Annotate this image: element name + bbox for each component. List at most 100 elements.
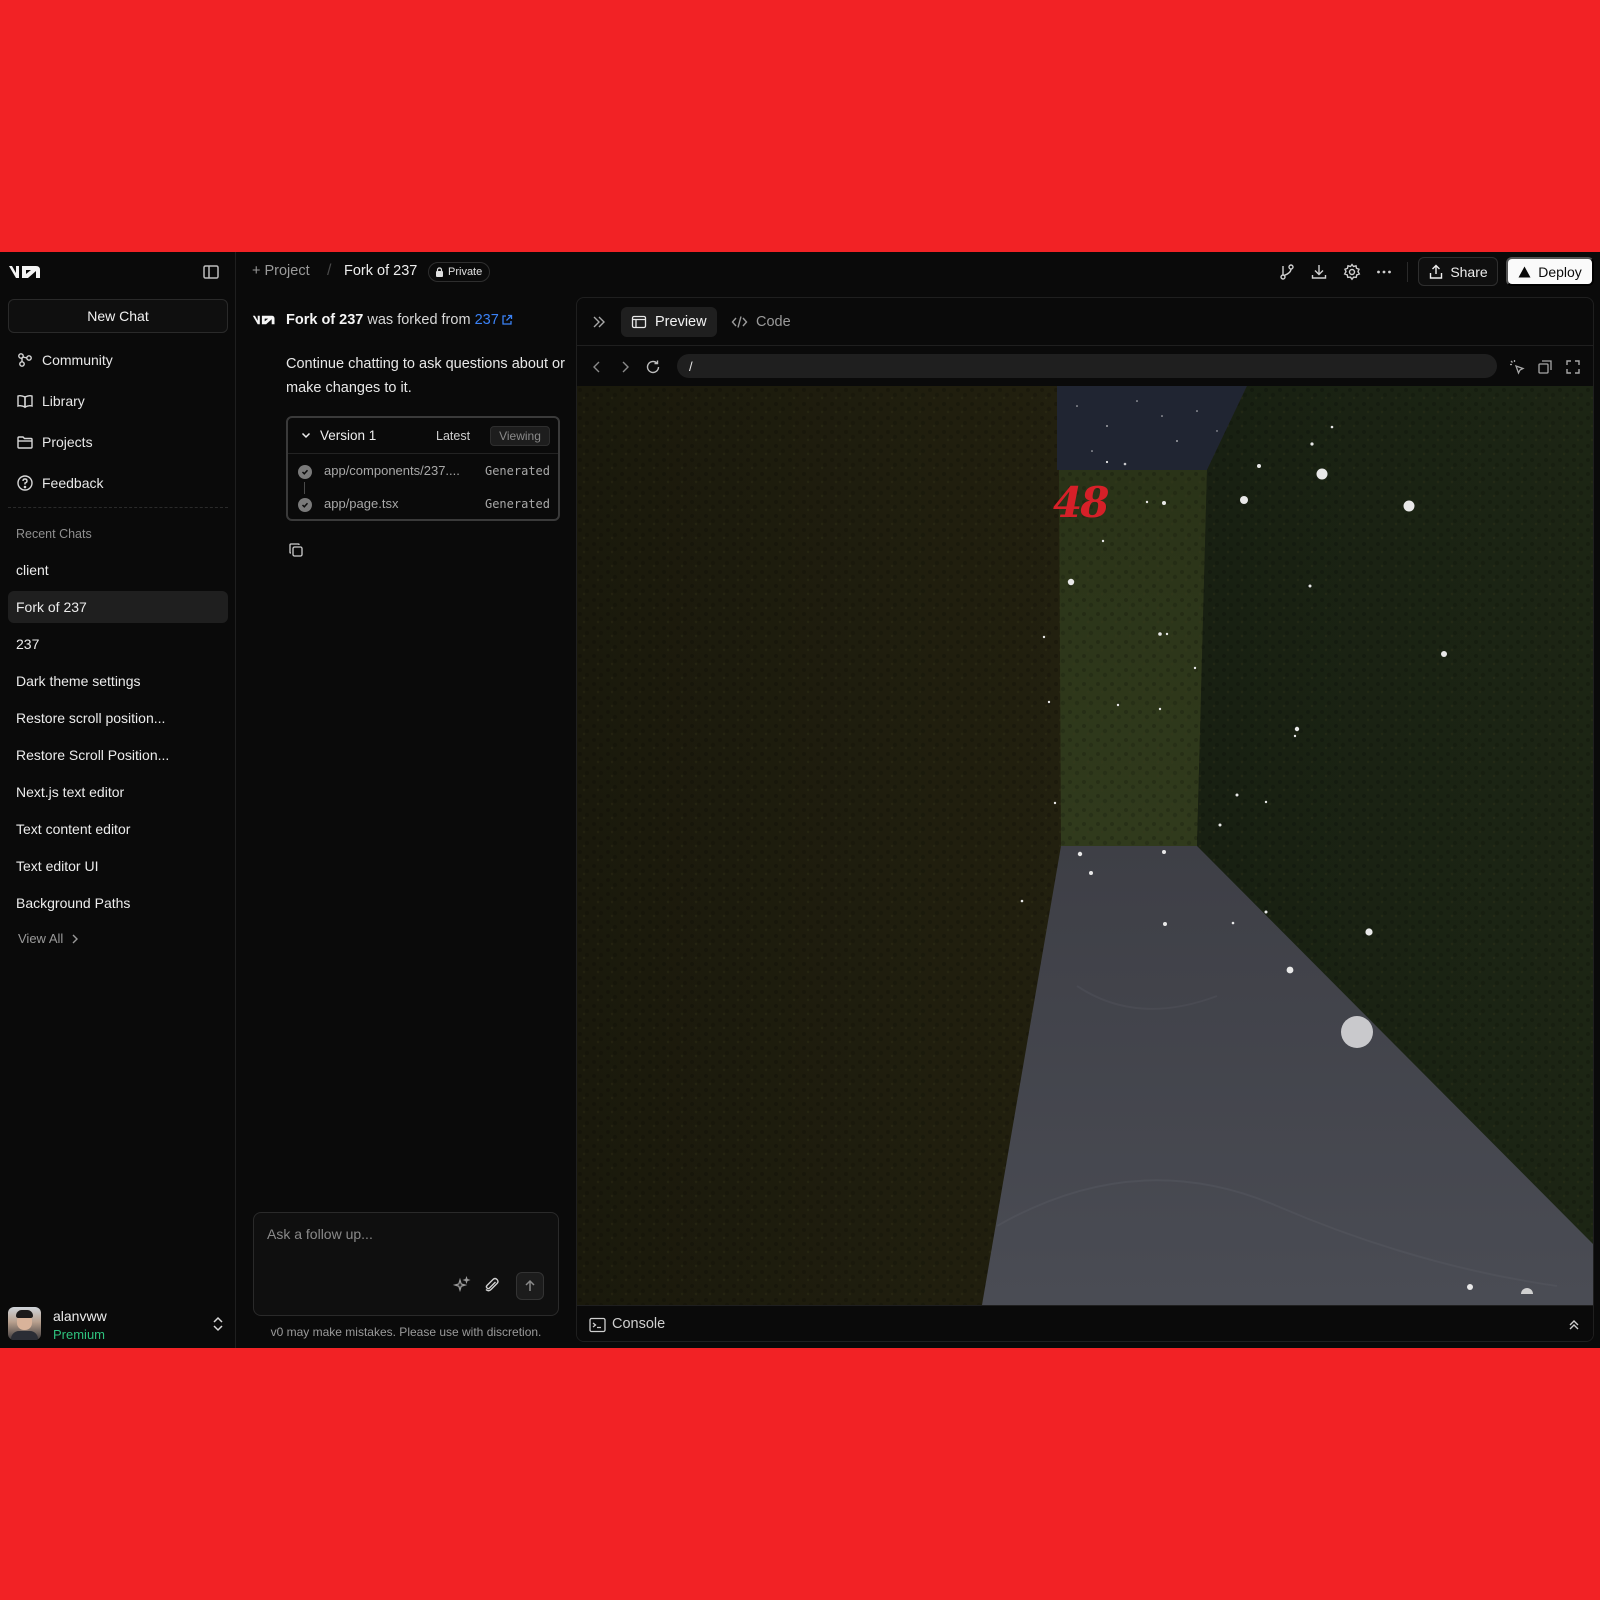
preview-panel: Preview Code / 48 Console (576, 297, 1594, 1342)
sidebar: New Chat Community Library Projects Feed… (0, 252, 236, 1348)
file-status: Generated (484, 464, 550, 478)
chevrons-up-down-icon[interactable] (211, 1316, 225, 1332)
version-card[interactable]: Version 1 Latest Viewing app/components/… (286, 416, 560, 521)
version-title: Version 1 (320, 428, 377, 443)
view-all-label: View All (18, 931, 64, 946)
share-icon (1430, 264, 1443, 279)
code-icon (731, 316, 748, 328)
new-chat-button[interactable]: New Chat (8, 299, 228, 333)
tab-code[interactable]: Code (721, 307, 801, 337)
user-plan-badge: Premium (53, 1327, 106, 1342)
open-new-window-icon[interactable] (1537, 359, 1553, 375)
url-bar[interactable]: / (677, 354, 1497, 378)
back-icon[interactable] (589, 359, 605, 375)
deploy-button[interactable]: Deploy (1506, 257, 1594, 286)
intro-message: Continue chatting to ask questions about… (286, 356, 565, 396)
recent-chat-item[interactable]: Text editor UI (8, 850, 228, 882)
fork-source-label: 237 (474, 312, 499, 328)
preview-tabs: Preview Code (577, 298, 1593, 346)
recent-chat-item[interactable]: Restore scroll position... (8, 702, 228, 734)
viewing-badge: Viewing (490, 426, 550, 446)
game-canvas[interactable]: 48 (577, 386, 1593, 1305)
check-circle-icon (298, 498, 312, 512)
recent-chat-item[interactable]: Background Paths (8, 887, 228, 919)
refresh-icon[interactable] (645, 359, 661, 375)
chevron-down-icon (301, 432, 311, 439)
version-header[interactable]: Version 1 Latest Viewing (288, 418, 558, 454)
visibility-badge[interactable]: Private (428, 262, 491, 282)
file-name: app/components/237.... (324, 463, 460, 478)
chevron-right-icon (72, 934, 79, 943)
browser-icon (631, 315, 647, 329)
version-file-row[interactable]: app/components/237.... Generated (298, 462, 550, 482)
send-button[interactable] (516, 1272, 544, 1300)
chevrons-right-icon[interactable] (591, 314, 607, 330)
paperclip-icon[interactable] (483, 1276, 501, 1294)
user-name: alanvww (53, 1308, 107, 1324)
v0-logo-icon (252, 315, 275, 325)
chat-panel: Fork of 237 was forked from 237 Continue… (236, 292, 576, 1348)
chat-title[interactable]: Fork of 237 (344, 263, 417, 279)
sidebar-item-feedback[interactable]: Feedback (8, 468, 228, 498)
breadcrumb-separator: / (327, 262, 332, 279)
sidebar-item-label: Library (42, 393, 85, 409)
chevrons-up-icon[interactable] (1567, 1318, 1581, 1332)
recent-chat-item[interactable]: client (8, 554, 228, 586)
browser-toolbar: / (577, 346, 1593, 388)
help-circle-icon (17, 475, 33, 491)
git-branch-icon[interactable] (1278, 263, 1296, 281)
sidebar-item-community[interactable]: Community (8, 345, 228, 375)
tab-label: Code (756, 314, 791, 330)
share-button[interactable]: Share (1418, 257, 1498, 286)
recent-chat-item-active[interactable]: Fork of 237 (8, 591, 228, 623)
forward-icon[interactable] (617, 359, 633, 375)
arrow-up-icon (525, 1279, 535, 1291)
community-icon (18, 353, 32, 367)
recent-chat-item[interactable]: Next.js text editor (8, 776, 228, 808)
add-to-project-button[interactable]: + Project (252, 263, 310, 279)
sidebar-toggle-icon[interactable] (202, 263, 220, 281)
download-icon[interactable] (1310, 263, 1328, 281)
check-circle-icon (298, 465, 312, 479)
sidebar-divider (8, 507, 228, 508)
version-file-row[interactable]: app/page.tsx Generated (298, 495, 550, 515)
view-all-link[interactable]: View All (18, 931, 79, 946)
fullscreen-icon[interactable] (1565, 359, 1581, 375)
select-element-icon[interactable] (1509, 359, 1525, 375)
toolbar-divider (1407, 262, 1408, 282)
sidebar-item-label: Community (42, 352, 113, 368)
terminal-icon (589, 1317, 606, 1333)
recent-chat-item[interactable]: Text content editor (8, 813, 228, 845)
external-link-icon (502, 314, 512, 325)
copy-icon[interactable] (288, 542, 304, 558)
follow-up-input[interactable] (267, 1226, 547, 1242)
file-status: Generated (484, 497, 550, 511)
file-connector-line (304, 482, 305, 494)
gear-icon[interactable] (1343, 263, 1361, 281)
disclaimer-text: v0 may make mistakes. Please use with di… (270, 1325, 542, 1339)
user-menu[interactable]: alanvww Premium (8, 1307, 228, 1343)
lock-icon (436, 267, 443, 277)
vercel-triangle-icon (1518, 266, 1531, 277)
share-label: Share (1450, 263, 1488, 280)
fork-text: was forked from (363, 312, 475, 328)
sidebar-item-projects[interactable]: Projects (8, 427, 228, 457)
game-score: 48 (1053, 478, 1109, 527)
fork-message: Fork of 237 was forked from 237 (252, 312, 513, 328)
book-icon (17, 394, 33, 409)
console-bar[interactable]: Console (577, 1305, 1593, 1341)
sparkles-icon[interactable] (453, 1276, 471, 1294)
recent-chat-item[interactable]: Dark theme settings (8, 665, 228, 697)
tab-preview[interactable]: Preview (621, 307, 717, 337)
sidebar-item-label: Feedback (42, 475, 104, 491)
v0-logo[interactable] (8, 262, 42, 282)
top-bar: + Project / Fork of 237 Private Share De… (236, 252, 1600, 292)
console-label: Console (612, 1316, 666, 1332)
fork-title: Fork of 237 (286, 312, 364, 328)
recent-chat-item[interactable]: Restore Scroll Position... (8, 739, 228, 771)
fork-source-link[interactable]: 237 (475, 312, 513, 328)
more-horizontal-icon[interactable] (1375, 263, 1393, 281)
tab-label: Preview (655, 314, 707, 330)
sidebar-item-library[interactable]: Library (8, 386, 228, 416)
recent-chat-item[interactable]: 237 (8, 628, 228, 660)
